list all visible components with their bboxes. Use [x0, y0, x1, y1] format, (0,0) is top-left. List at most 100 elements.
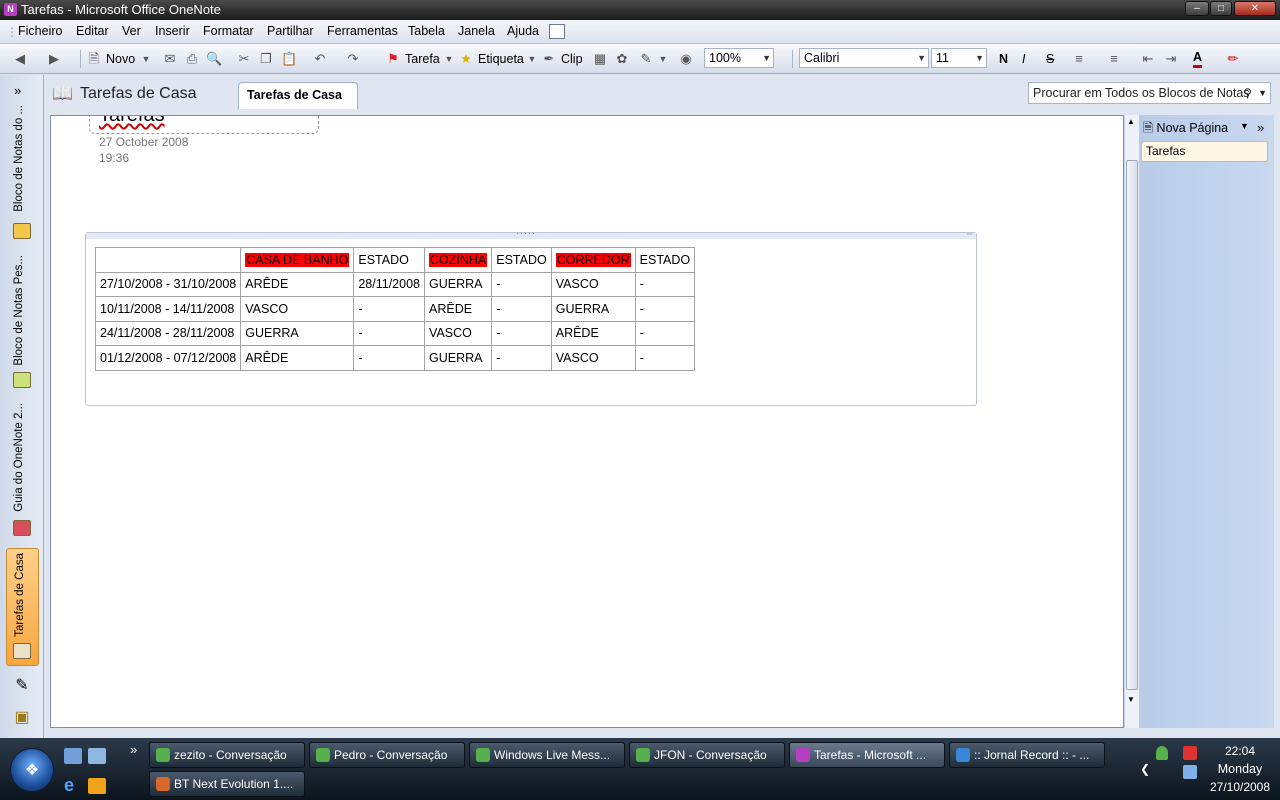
page-title[interactable]: Tarefas — [99, 116, 165, 127]
unfiled-notes-icon[interactable]: ✎ — [11, 675, 33, 695]
paste-icon[interactable]: 📋 — [281, 51, 297, 67]
print-icon[interactable]: ⎙ — [184, 51, 200, 67]
print-preview-icon[interactable]: 🔍 — [206, 51, 222, 67]
notebook-tab-guia-onenote[interactable]: Guia do OneNote 2... — [9, 403, 36, 541]
cut-icon[interactable]: ✂ — [236, 51, 252, 67]
highlight-icon[interactable]: ✏ — [1225, 51, 1241, 67]
table-cell[interactable]: GUERRA — [423, 271, 493, 297]
show-desktop-icon[interactable] — [64, 748, 82, 764]
menu-janela[interactable]: Janela — [458, 24, 495, 38]
notebook-tab-bloco-notas[interactable]: Bloco de Notas do ... — [9, 105, 36, 243]
scroll-down-icon[interactable]: ▼ — [1127, 695, 1135, 704]
menu-ver[interactable]: Ver — [122, 24, 141, 38]
undo-icon[interactable]: ↶ — [312, 51, 328, 67]
taskbar-button[interactable]: JFON - Conversação — [629, 742, 785, 768]
expand-nav-icon[interactable]: » — [14, 83, 21, 98]
table-cell[interactable]: - — [491, 320, 552, 346]
table-cell[interactable]: - — [634, 271, 696, 297]
resize-handle-icon[interactable]: ⇔ — [965, 228, 974, 238]
zoom-select[interactable]: 100% ▼ — [704, 48, 774, 68]
table-cell[interactable]: - — [491, 296, 552, 322]
chevron-down-icon[interactable]: ▼ — [1240, 121, 1249, 131]
table-header-cell[interactable] — [94, 247, 242, 273]
table-cell[interactable]: - — [491, 345, 552, 371]
taskbar-button-active[interactable]: Tarefas - Microsoft ... — [789, 742, 945, 768]
table-header-cell[interactable]: ESTADO — [353, 247, 425, 273]
table-cell[interactable]: VASCO — [423, 320, 493, 346]
table-cell[interactable]: - — [634, 320, 696, 346]
table-header-cell[interactable]: ESTADO — [634, 247, 696, 273]
task-button[interactable]: Tarefa — [405, 50, 440, 68]
scroll-up-icon[interactable]: ▲ — [1127, 117, 1135, 126]
new-page-icon[interactable]: 🗎 — [86, 51, 102, 67]
table-cell[interactable]: ARÊDE — [550, 320, 636, 346]
scroll-thumb[interactable] — [1126, 160, 1138, 690]
table-cell[interactable]: - — [634, 345, 696, 371]
redo-icon[interactable]: ↷ — [345, 51, 361, 67]
italic-button[interactable]: I — [1022, 50, 1025, 68]
tag-button[interactable]: Etiqueta — [478, 50, 524, 68]
decrease-indent-icon[interactable]: ⇤ — [1140, 51, 1156, 67]
menu-ficheiro[interactable]: Ficheiro — [18, 24, 62, 38]
help-window-icon[interactable] — [549, 24, 565, 39]
table-cell[interactable]: - — [353, 320, 425, 346]
table-cell[interactable]: GUERRA — [423, 345, 493, 371]
onenote-app-icon[interactable]: N — [4, 3, 17, 16]
table-cell[interactable]: GUERRA — [240, 320, 355, 346]
search-input[interactable]: Procurar em Todos os Blocos de Notas ⚲ ▼ — [1028, 82, 1271, 104]
table-header-cell[interactable]: CORREDOR — [550, 247, 636, 273]
copy-icon[interactable]: ❐ — [258, 51, 274, 67]
back-icon[interactable]: ◀ — [12, 51, 28, 67]
tab-tarefas-de-casa[interactable]: Tarefas de Casa — [238, 82, 358, 109]
record-icon[interactable]: ◉ — [678, 51, 694, 67]
page-tab-tarefas[interactable]: Tarefas — [1141, 141, 1268, 162]
taskbar-button[interactable]: Pedro - Conversação — [309, 742, 465, 768]
vertical-scrollbar[interactable]: ▲ ▼ — [1124, 115, 1139, 728]
table-header-cell[interactable]: COZINHA — [423, 247, 493, 273]
container-grip[interactable]: ····· ⇔ — [86, 228, 976, 239]
taskbar-button[interactable]: :: Jornal Record :: - ... — [949, 742, 1105, 768]
table-cell[interactable]: 10/11/2008 - 14/11/2008 — [94, 296, 242, 322]
menu-ajuda[interactable]: Ajuda — [507, 24, 539, 38]
new-page-button[interactable]: 🗎 Nova Página — [1143, 118, 1255, 138]
increase-indent-icon[interactable]: ⇥ — [1163, 51, 1179, 67]
table-cell[interactable]: 28/11/2008 — [353, 271, 425, 297]
note-container[interactable]: ····· ⇔ CASA DE BANHO ESTADO COZINHA ESTADO… — [85, 228, 977, 406]
table-cell[interactable]: ARÊDE — [240, 345, 355, 371]
table-cell[interactable]: GUERRA — [550, 296, 636, 322]
page-canvas[interactable]: Tarefas 27 October 2008 19:36 ····· ⇔ CA… — [50, 115, 1124, 728]
forward-icon[interactable]: ▶ — [46, 51, 62, 67]
table-cell[interactable]: - — [634, 296, 696, 322]
maximize-button[interactable]: □ — [1210, 1, 1232, 16]
table-cell[interactable]: - — [353, 345, 425, 371]
star-icon[interactable]: ★ — [458, 51, 474, 67]
research-icon[interactable]: ✿ — [614, 51, 630, 67]
email-icon[interactable]: ✉ — [162, 51, 178, 67]
move-handle-icon[interactable]: ····· — [516, 228, 536, 238]
tray-expand-icon[interactable]: ❮ — [1140, 762, 1150, 776]
ie-icon[interactable]: e — [64, 775, 74, 796]
table-cell[interactable]: VASCO — [240, 296, 355, 322]
tray-alert-icon[interactable] — [1183, 746, 1197, 760]
new-button[interactable]: Novo — [106, 50, 135, 68]
table-cell[interactable]: VASCO — [550, 345, 636, 371]
table-cell[interactable]: 27/10/2008 - 31/10/2008 — [94, 271, 242, 297]
font-select[interactable]: Calibri ▼ — [799, 48, 929, 68]
table-cell[interactable]: ARÊDE — [423, 296, 493, 322]
chevron-down-icon[interactable]: ▼ — [1258, 83, 1267, 103]
menu-formatar[interactable]: Formatar — [203, 24, 254, 38]
notebook-tab-bloco-pessoal[interactable]: Bloco de Notas Pes... — [9, 255, 36, 393]
menu-editar[interactable]: Editar — [76, 24, 109, 38]
clock[interactable]: 22:04 Monday 27/10/2008 — [1200, 742, 1280, 796]
menu-inserir[interactable]: Inserir — [155, 24, 190, 38]
network-icon[interactable] — [1183, 765, 1197, 779]
quicklaunch-more-icon[interactable]: » — [130, 742, 137, 757]
font-size-select[interactable]: 11 ▼ — [931, 48, 987, 68]
menu-partilhar[interactable]: Partilhar — [267, 24, 314, 38]
table-header-cell[interactable]: CASA DE BANHO — [240, 247, 355, 273]
switch-windows-icon[interactable] — [88, 748, 106, 764]
new-dropdown-icon[interactable]: ▼ — [138, 51, 154, 67]
table-cell[interactable]: 24/11/2008 - 28/11/2008 — [94, 320, 242, 346]
strikethrough-button[interactable]: S — [1046, 50, 1054, 68]
bullets-icon[interactable]: ≡ — [1071, 51, 1087, 67]
